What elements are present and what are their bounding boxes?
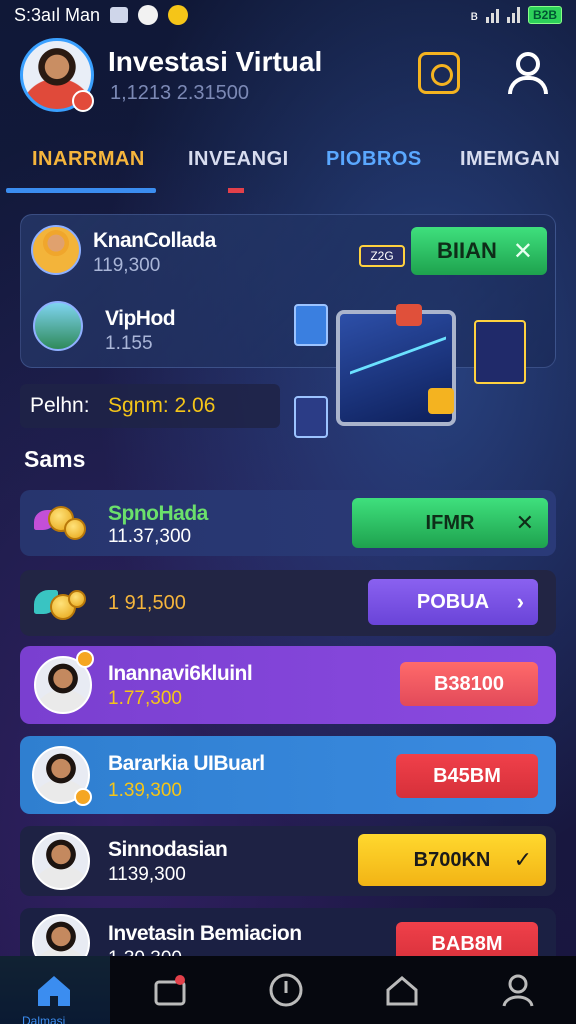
gift-icon xyxy=(396,304,422,326)
home-icon[interactable] xyxy=(34,970,74,1010)
profile-icon[interactable] xyxy=(498,970,538,1010)
tab-2[interactable]: INVEANGI xyxy=(188,148,289,171)
item-action-label: POBUA xyxy=(416,590,490,613)
item-value: 1139,300 xyxy=(108,864,186,885)
notification-icon xyxy=(110,7,129,23)
item-name: Invetasin Bemiacion xyxy=(108,922,302,945)
item-action-button[interactable]: B38100 xyxy=(400,662,538,706)
stats-panel-icon xyxy=(474,320,526,384)
status-bar: S:3aıl Man ʙ B2B xyxy=(0,0,576,30)
tab-3[interactable]: PIOBROS xyxy=(326,148,422,171)
item-name: SpnoHada xyxy=(108,502,208,525)
item-value: 1.39,300 xyxy=(108,780,182,801)
avatar-badge xyxy=(76,650,94,668)
app-icon xyxy=(138,5,159,25)
close-icon: ✕ xyxy=(512,237,533,265)
battery-indicator: B2B xyxy=(527,6,562,24)
item-value: 1 91,500 xyxy=(108,592,186,614)
item-action-label: B38100 xyxy=(433,672,505,695)
briefcase-icon[interactable] xyxy=(150,970,190,1010)
item-action-label: B45BM xyxy=(433,764,501,787)
tab-4[interactable]: IMEMGAN xyxy=(460,148,560,171)
item-name: Bararkia UIBuarl xyxy=(108,752,265,775)
wallet-icon[interactable] xyxy=(418,52,460,94)
page-title: Investasi Virtual xyxy=(108,46,323,77)
avatar xyxy=(32,832,90,890)
summary-label: Pelhn: xyxy=(30,394,90,417)
signal-icon xyxy=(485,7,499,23)
nav-label: Dalmasi xyxy=(22,1014,66,1024)
item-action-label: BAB8M xyxy=(431,932,503,955)
bag-icon xyxy=(428,388,454,414)
list-item[interactable]: Sinnodasian 1139,300 B700KN ✓ xyxy=(20,826,556,896)
list-item[interactable]: SpnoHada 11.37,300 IFMR ✕ xyxy=(20,490,556,556)
avatar xyxy=(33,301,83,351)
list-item[interactable]: Bararkia UIBuarl 1.39,300 B45BM xyxy=(20,736,556,814)
status-time: S:3aıl Man xyxy=(14,4,101,25)
avatar-badge xyxy=(72,90,94,112)
hero-user-name: KnanCollada xyxy=(93,229,216,252)
item-value: 11.37,300 xyxy=(108,526,192,547)
chip-label: Z2G xyxy=(359,245,405,267)
card-icon xyxy=(294,304,328,346)
list-item[interactable]: 1 91,500 POBUA › xyxy=(20,570,556,636)
coin-card-icon xyxy=(294,396,328,438)
item-action-button[interactable]: B700KN ✓ xyxy=(358,834,546,886)
bottom-nav: Dalmasi xyxy=(0,956,576,1024)
tab-bar: INARRMAN INVEANGI PIOBROS IMEMGAN xyxy=(0,140,576,196)
wifi-icon xyxy=(506,7,520,23)
summary-bar: Pelhn: Sgnm: 2.06 xyxy=(20,384,280,428)
item-action-label: B700KN xyxy=(413,848,491,871)
item-action-label: IFMR xyxy=(425,511,475,534)
list-item[interactable]: Inannavi6kluinl 1.77,300 B38100 xyxy=(20,646,556,724)
bluetooth-icon: ʙ xyxy=(470,7,478,23)
tab-1[interactable]: INARRMAN xyxy=(32,148,145,171)
check-icon: ✕ xyxy=(515,510,534,535)
hero-user-value: 119,300 xyxy=(93,255,161,276)
item-name: Inannavi6kluinl xyxy=(108,662,253,685)
hero-user-value: 1.155 xyxy=(105,333,153,354)
coins-icon xyxy=(34,500,90,544)
header: Investasi Virtual 1,1213 2.31500 xyxy=(20,38,556,118)
section-title: Sams xyxy=(24,446,86,472)
chart-illustration xyxy=(294,296,526,456)
item-name: Sinnodasian xyxy=(108,838,228,861)
check-icon: ✓ xyxy=(513,847,532,872)
emoji-icon xyxy=(168,5,189,25)
item-action-button[interactable]: IFMR ✕ xyxy=(352,498,548,548)
hero-action-button[interactable]: BIIAN ✕ xyxy=(411,227,547,275)
alert-icon[interactable] xyxy=(266,970,306,1010)
item-action-button[interactable]: POBUA › xyxy=(368,579,538,625)
user-icon[interactable] xyxy=(508,50,548,94)
avatar-badge xyxy=(74,788,92,806)
coins-icon xyxy=(34,580,90,624)
tab-active-indicator xyxy=(6,188,156,193)
balance-subtitle: 1,1213 2.31500 xyxy=(110,82,250,104)
tab-indicator-dot xyxy=(228,188,244,193)
summary-value: Sgnm: 2.06 xyxy=(108,394,216,417)
item-value: 1.77,300 xyxy=(108,688,182,709)
item-action-button[interactable]: B45BM xyxy=(396,754,538,798)
house-icon[interactable] xyxy=(382,970,422,1010)
hero-action-label: BIIAN xyxy=(437,238,497,263)
chevron-right-icon: › xyxy=(516,589,524,614)
avatar xyxy=(31,225,81,275)
hero-user-name: VipHod xyxy=(105,307,176,330)
